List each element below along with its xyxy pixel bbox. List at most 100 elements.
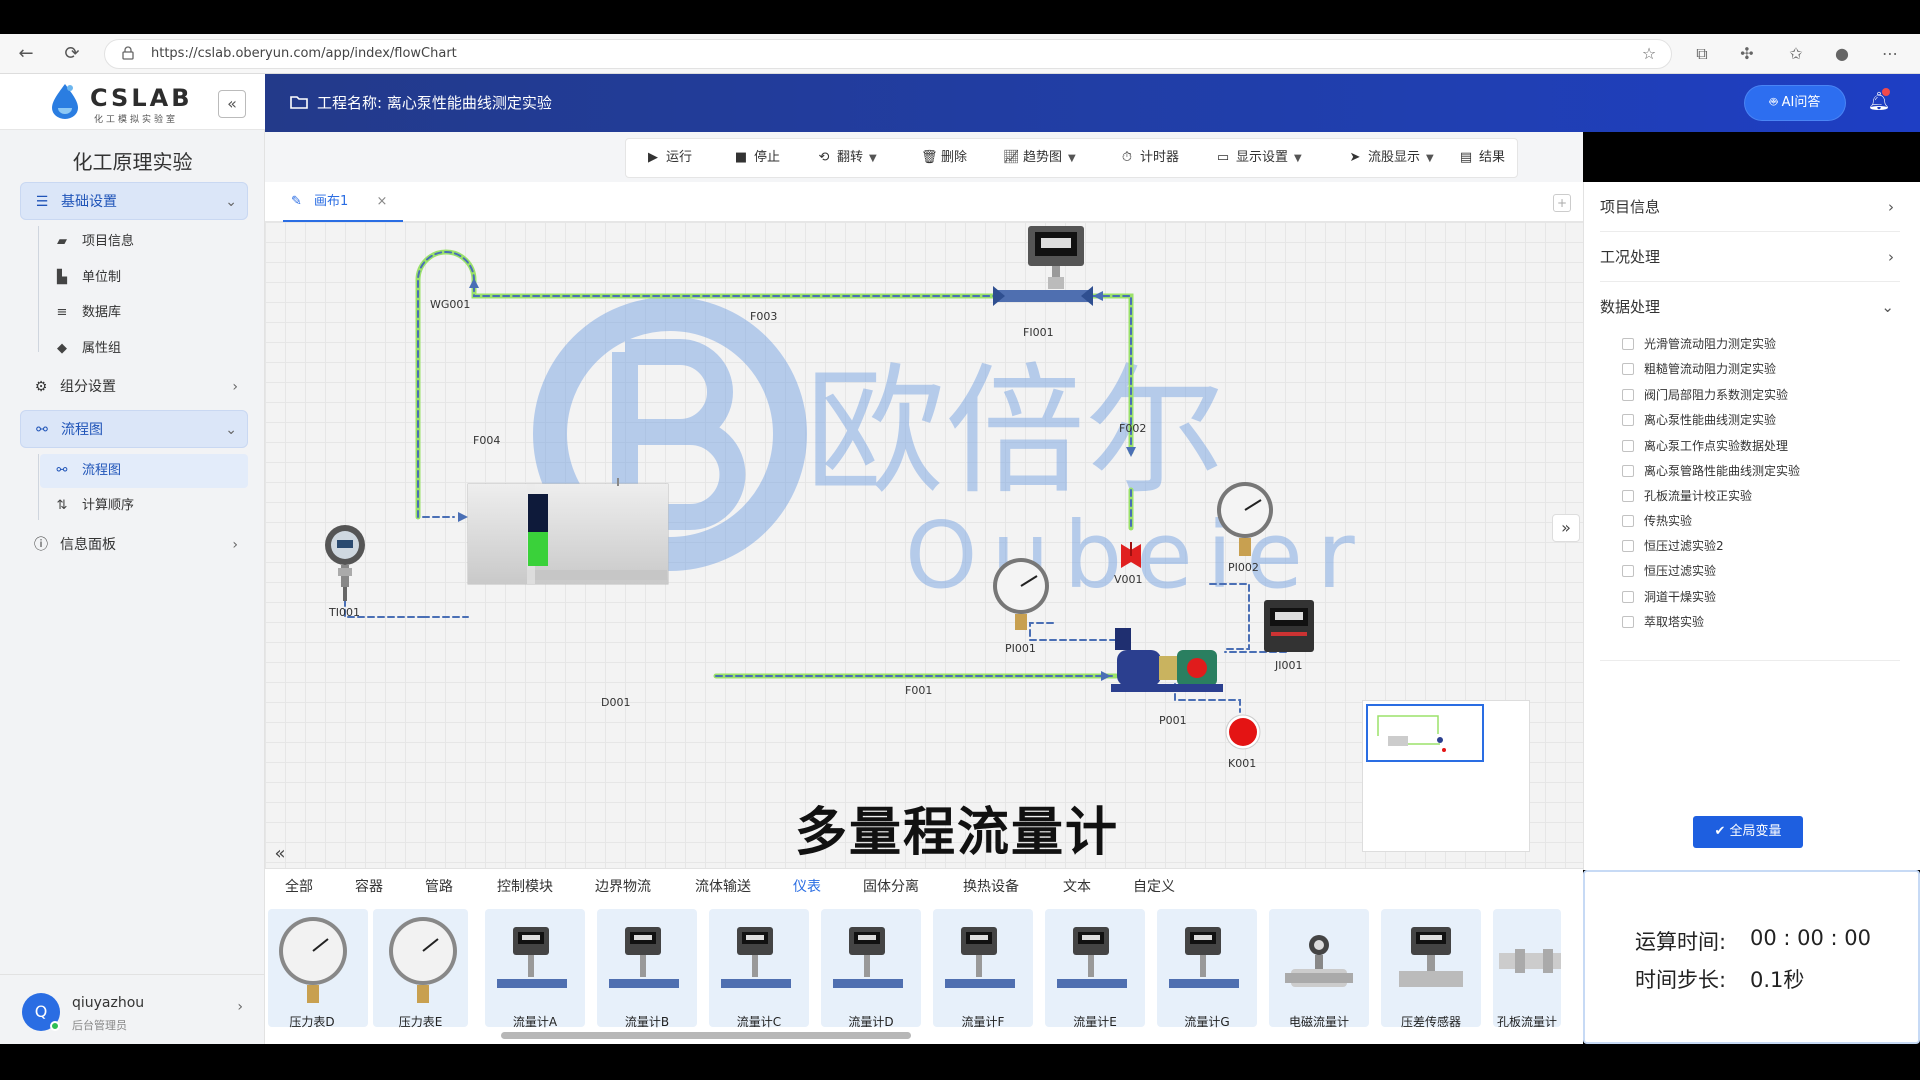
- checkbox[interactable]: [1622, 490, 1634, 502]
- checkbox-item[interactable]: 传热实验: [1622, 509, 1892, 533]
- timer-button[interactable]: ⏱ 计时器: [1120, 139, 1179, 177]
- sidebar-group-info-panel[interactable]: ⓘ 信息面板 ›: [20, 526, 248, 564]
- stop-button[interactable]: ■ 停止: [734, 139, 780, 177]
- palette-tab-control[interactable]: 控制模块: [497, 869, 553, 905]
- minimap[interactable]: [1362, 700, 1530, 852]
- checkbox-item[interactable]: 粗糙管流动阻力测定实验: [1622, 357, 1892, 381]
- palette-tab-solid-separation[interactable]: 固体分离: [863, 869, 919, 905]
- checkbox-item[interactable]: 恒压过滤实验2: [1622, 534, 1892, 558]
- expand-right-panel-button[interactable]: »: [1552, 514, 1580, 542]
- extension-badge-icon[interactable]: ⧉: [1690, 42, 1714, 66]
- checkbox[interactable]: [1622, 363, 1634, 375]
- palette-item-pressure-gauge-d[interactable]: 压力表D: [268, 909, 368, 1029]
- address-bar[interactable]: https://cslab.oberyun.com/app/index/flow…: [104, 39, 1672, 69]
- refresh-icon[interactable]: ⟳: [60, 42, 84, 66]
- palette-scrollbar[interactable]: [501, 1032, 911, 1039]
- chevron-right-icon[interactable]: ›: [237, 999, 243, 1015]
- sidebar-item-flowchart[interactable]: ⚯ 流程图: [40, 454, 248, 488]
- checkbox-item[interactable]: 阀门局部阻力系数测定实验: [1622, 383, 1892, 407]
- checkbox[interactable]: [1622, 515, 1634, 527]
- collapse-palette-button[interactable]: «: [268, 842, 292, 866]
- extensions-icon[interactable]: ✣: [1735, 42, 1759, 66]
- palette-item-flowmeter-g[interactable]: 流量计G: [1157, 909, 1257, 1029]
- close-icon[interactable]: ×: [376, 194, 387, 209]
- checkbox[interactable]: [1622, 389, 1634, 401]
- checkbox-item[interactable]: 恒压过滤实验: [1622, 559, 1892, 583]
- palette-tab-fluid-transport[interactable]: 流体输送: [695, 869, 751, 905]
- checkbox-item[interactable]: 萃取塔实验: [1622, 610, 1892, 634]
- signal-pi001[interactable]: [1029, 622, 1117, 641]
- palette-item-flowmeter-d[interactable]: 流量计D: [821, 909, 921, 1029]
- palette-item-flowmeter-b[interactable]: 流量计B: [597, 909, 697, 1029]
- sidebar-item-units[interactable]: ▙ 单位制: [40, 261, 248, 295]
- palette-item-flowmeter-c[interactable]: 流量计C: [709, 909, 809, 1029]
- palette-tab-container[interactable]: 容器: [355, 869, 383, 905]
- site-info-icon[interactable]: [121, 46, 135, 60]
- sidebar-group-flowchart[interactable]: ⚯ 流程图 ⌄: [20, 410, 248, 448]
- user-profile[interactable]: Q qiuyazhou 后台管理员 ›: [0, 974, 265, 1044]
- checkbox[interactable]: [1622, 565, 1634, 577]
- sidebar-item-property-group[interactable]: ◆ 属性组: [40, 332, 248, 366]
- result-button[interactable]: ▤ 结果: [1459, 139, 1505, 177]
- checkbox[interactable]: [1622, 465, 1634, 477]
- checkbox[interactable]: [1622, 338, 1634, 350]
- palette-item-flowmeter-f[interactable]: 流量计F: [933, 909, 1033, 1029]
- checkbox[interactable]: [1622, 540, 1634, 552]
- checkbox-item[interactable]: 离心泵管路性能曲线测定实验: [1622, 459, 1892, 483]
- pressure-gauge-pi001[interactable]: [993, 558, 1049, 630]
- checkbox[interactable]: [1622, 414, 1634, 426]
- palette-item-pressure-gauge-e[interactable]: 压力表E: [373, 909, 468, 1029]
- flowmeter-fi001[interactable]: [993, 226, 1093, 306]
- stream-display-dropdown[interactable]: ➤ 流股显示 ▼: [1348, 139, 1434, 177]
- flip-dropdown[interactable]: ⟲ 翻转 ▼: [817, 139, 877, 177]
- section-project-info[interactable]: 项目信息 ›: [1600, 182, 1900, 232]
- run-button[interactable]: ▶ 运行: [646, 139, 692, 177]
- palette-tab-all[interactable]: 全部: [285, 869, 313, 905]
- url-text[interactable]: https://cslab.oberyun.com/app/index/flow…: [151, 46, 457, 61]
- power-meter-ji001[interactable]: [1264, 600, 1314, 652]
- sidebar-group-component-settings[interactable]: ⚙ 组分设置 ›: [20, 368, 248, 406]
- back-icon[interactable]: ←: [14, 42, 38, 66]
- checkbox-item[interactable]: 光滑管流动阻力测定实验: [1622, 332, 1892, 356]
- checkbox-item[interactable]: 离心泵工作点实验数据处理: [1622, 434, 1892, 458]
- palette-tab-text[interactable]: 文本: [1063, 869, 1091, 905]
- palette-tab-boundary[interactable]: 边界物流: [595, 869, 651, 905]
- tank-d001[interactable]: [467, 478, 669, 585]
- palette-item-flowmeter-e[interactable]: 流量计E: [1045, 909, 1145, 1029]
- palette-tab-instrument[interactable]: 仪表: [793, 869, 821, 905]
- palette-item-flowmeter-a[interactable]: 流量计A: [485, 909, 585, 1029]
- add-canvas-button[interactable]: +: [1553, 194, 1571, 212]
- sidebar-item-project-info[interactable]: ▰ 项目信息: [40, 225, 248, 259]
- ai-assistant-button[interactable]: 🤖︎ AI问答: [1745, 86, 1845, 120]
- palette-item-pressure-sensor[interactable]: 压差传感器: [1381, 909, 1481, 1029]
- palette-item-electromagnetic-flowmeter[interactable]: 电磁流量计: [1269, 909, 1369, 1029]
- thermometer-ti001[interactable]: [325, 525, 365, 601]
- minimap-viewport[interactable]: [1366, 704, 1484, 762]
- palette-tab-custom[interactable]: 自定义: [1133, 869, 1175, 905]
- favorites-icon[interactable]: ✩: [1784, 42, 1808, 66]
- section-data-processing[interactable]: 数据处理 ⌄: [1600, 282, 1900, 332]
- palette-item-orifice-meter[interactable]: 孔板流量计: [1493, 909, 1561, 1027]
- profile-icon[interactable]: ●: [1830, 42, 1854, 66]
- sidebar-item-calc-order[interactable]: ⇅ 计算顺序: [40, 489, 248, 523]
- collapse-sidebar-button[interactable]: «: [218, 90, 246, 118]
- pump-p001[interactable]: [1111, 628, 1223, 692]
- checkbox-item[interactable]: 离心泵性能曲线测定实验: [1622, 408, 1892, 432]
- switch-k001[interactable]: [1225, 714, 1261, 750]
- display-settings-dropdown[interactable]: ▭ 显示设置 ▼: [1216, 139, 1302, 177]
- checkbox[interactable]: [1622, 440, 1634, 452]
- sidebar-item-database[interactable]: ≡ 数据库: [40, 296, 248, 330]
- palette-tab-heat-exchange[interactable]: 换热设备: [963, 869, 1019, 905]
- trend-dropdown[interactable]: 📈︎ 趋势图 ▼: [1003, 139, 1076, 177]
- palette-tab-piping[interactable]: 管路: [425, 869, 453, 905]
- checkbox-item[interactable]: 洞道干燥实验: [1622, 585, 1892, 609]
- flowchart-canvas[interactable]: 欧倍尔 Oubeier WG001 F003 FI001 F004 F002 T…: [265, 222, 1583, 868]
- tab-canvas-1[interactable]: ✎ 画布1 ×: [283, 182, 403, 222]
- favorite-star-icon[interactable]: ☆: [1637, 42, 1661, 66]
- more-menu-icon[interactable]: ⋯: [1878, 42, 1902, 66]
- sidebar-group-basic-settings[interactable]: ☰ 基础设置 ⌄: [20, 182, 248, 220]
- delete-button[interactable]: 🗑︎ 删除: [921, 139, 967, 177]
- checkbox-item[interactable]: 孔板流量计校正实验: [1622, 484, 1892, 508]
- checkbox[interactable]: [1622, 616, 1634, 628]
- global-variables-button[interactable]: ✔ 全局变量: [1693, 816, 1803, 848]
